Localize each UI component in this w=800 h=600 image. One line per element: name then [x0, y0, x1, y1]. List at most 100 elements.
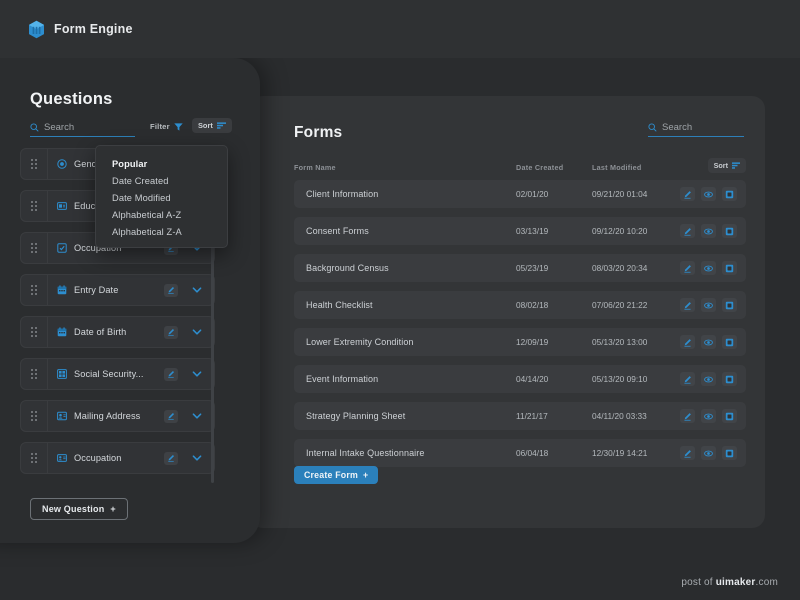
preview-button[interactable] — [701, 446, 716, 460]
date-created-cell: 05/23/19 — [516, 263, 549, 273]
duplicate-button[interactable] — [722, 446, 737, 460]
table-row[interactable]: Health Checklist 08/02/18 07/06/20 21:22 — [294, 291, 746, 319]
question-list-item[interactable]: Date of Birth — [20, 316, 215, 348]
drag-handle-icon[interactable] — [21, 368, 47, 380]
question-edit-button[interactable] — [164, 325, 178, 339]
date-created-cell: 04/14/20 — [516, 374, 549, 384]
duplicate-button[interactable] — [722, 261, 737, 275]
date-created-cell: 06/04/18 — [516, 448, 549, 458]
top-bar: Form Engine — [0, 0, 800, 58]
footer-watermark: post of uimaker.com — [681, 577, 778, 588]
questions-sort-button[interactable]: Sort — [192, 118, 232, 133]
chevron-down-icon — [192, 455, 202, 461]
drag-handle-icon[interactable] — [21, 200, 47, 212]
table-row[interactable]: Background Census 05/23/19 08/03/20 20:34 — [294, 254, 746, 282]
forms-search[interactable] — [648, 122, 744, 137]
duplicate-button[interactable] — [722, 335, 737, 349]
form-name-cell: Strategy Planning Sheet — [306, 411, 406, 421]
table-row[interactable]: Consent Forms 03/13/19 09/12/20 10:20 — [294, 217, 746, 245]
preview-button[interactable] — [701, 261, 716, 275]
sort-option-alphabetical-a-z[interactable]: Alphabetical A-Z — [96, 206, 227, 223]
table-row[interactable]: Lower Extremity Condition 12/09/19 05/13/2… — [294, 328, 746, 356]
preview-icon — [704, 376, 713, 382]
sort-option-alphabetical-z-a[interactable]: Alphabetical Z-A — [96, 223, 227, 240]
questions-search-input[interactable] — [44, 122, 135, 133]
table-row[interactable]: Event Information 04/14/20 05/13/20 09:10 — [294, 365, 746, 393]
duplicate-button[interactable] — [722, 409, 737, 423]
new-question-label: New Question — [42, 504, 105, 514]
edit-button[interactable] — [680, 409, 695, 423]
questions-search[interactable] — [30, 122, 135, 137]
drag-handle-icon[interactable] — [21, 410, 47, 422]
question-expand-button[interactable] — [192, 453, 202, 463]
forms-search-input[interactable] — [662, 122, 744, 133]
question-list-item[interactable]: Social Security... — [20, 358, 215, 390]
edit-button[interactable] — [680, 335, 695, 349]
checkbox-field-icon — [57, 243, 67, 253]
question-list-item[interactable]: Mailing Address — [20, 400, 215, 432]
drag-handle-icon[interactable] — [21, 452, 47, 464]
question-expand-button[interactable] — [192, 327, 202, 337]
question-edit-button[interactable] — [164, 451, 178, 465]
date-created-cell: 03/13/19 — [516, 226, 549, 236]
sort-option-date-created[interactable]: Date Created — [96, 172, 227, 189]
preview-button[interactable] — [701, 409, 716, 423]
edit-button[interactable] — [680, 224, 695, 238]
preview-icon — [704, 191, 713, 197]
preview-button[interactable] — [701, 224, 716, 238]
questions-title: Questions — [30, 90, 113, 108]
edit-button[interactable] — [680, 261, 695, 275]
divider — [47, 400, 48, 432]
row-actions — [680, 409, 737, 423]
edit-icon — [684, 227, 691, 236]
duplicate-button[interactable] — [722, 187, 737, 201]
question-expand-button[interactable] — [192, 369, 202, 379]
column-header-last-modified: Last Modified — [592, 163, 642, 172]
drag-handle-icon[interactable] — [21, 326, 47, 338]
question-edit-button[interactable] — [164, 367, 178, 381]
duplicate-button[interactable] — [722, 298, 737, 312]
forms-sort-button[interactable]: Sort — [707, 158, 746, 173]
drag-handle-icon[interactable] — [21, 284, 47, 296]
new-question-button[interactable]: New Question + — [30, 498, 128, 520]
duplicate-icon — [725, 227, 734, 235]
preview-button[interactable] — [701, 298, 716, 312]
table-row[interactable]: Internal Intake Questionnaire 06/04/18 12/… — [294, 439, 746, 467]
edit-button[interactable] — [680, 446, 695, 460]
edit-button[interactable] — [680, 187, 695, 201]
edit-button[interactable] — [680, 372, 695, 386]
drag-handle-icon[interactable] — [21, 158, 47, 170]
question-list-item[interactable]: Occupation — [20, 442, 215, 474]
question-list-item[interactable]: Entry Date — [20, 274, 215, 306]
duplicate-button[interactable] — [722, 372, 737, 386]
question-edit-button[interactable] — [164, 409, 178, 423]
calendar-icon — [57, 327, 67, 337]
create-form-label: Create Form — [304, 470, 359, 480]
edit-icon — [168, 454, 175, 462]
sort-option-date-modified[interactable]: Date Modified — [96, 189, 227, 206]
date-created-cell: 02/01/20 — [516, 189, 549, 199]
table-row[interactable]: Strategy Planning Sheet 11/21/17 04/11/20 … — [294, 402, 746, 430]
edit-icon — [168, 412, 175, 420]
questions-filter-button[interactable]: Filter — [150, 122, 183, 131]
footer-prefix: post of — [681, 577, 716, 588]
edit-button[interactable] — [680, 298, 695, 312]
sort-lines-icon — [732, 162, 740, 169]
sort-option-popular[interactable]: Popular — [96, 155, 227, 172]
duplicate-button[interactable] — [722, 224, 737, 238]
grid-field-icon — [57, 369, 67, 379]
preview-icon — [704, 265, 713, 271]
question-expand-button[interactable] — [192, 411, 202, 421]
preview-button[interactable] — [701, 372, 716, 386]
preview-icon — [704, 450, 713, 456]
preview-button[interactable] — [701, 335, 716, 349]
table-row[interactable]: Client Information 02/01/20 09/21/20 01:04 — [294, 180, 746, 208]
preview-button[interactable] — [701, 187, 716, 201]
app-title: Form Engine — [54, 22, 133, 36]
create-form-button[interactable]: Create Form + — [294, 466, 379, 484]
drag-handle-icon[interactable] — [21, 242, 47, 254]
question-expand-button[interactable] — [192, 285, 202, 295]
search-icon — [30, 123, 39, 132]
question-edit-button[interactable] — [164, 283, 178, 297]
form-name-cell: Background Census — [306, 263, 389, 273]
